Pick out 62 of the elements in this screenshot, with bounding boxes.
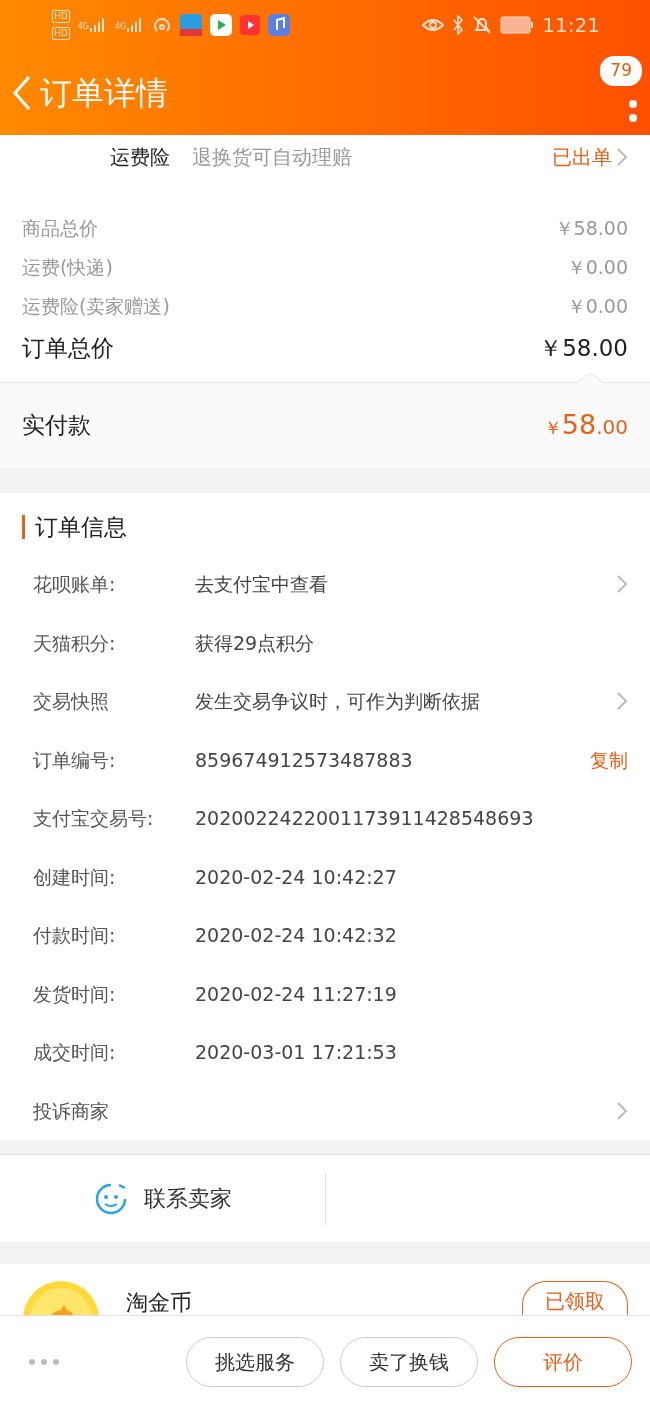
bluetooth-icon: [452, 15, 465, 35]
info-value: 2020-02-24 10:42:32: [195, 923, 398, 948]
info-value: 获得29点积分: [195, 630, 316, 656]
info-label: 花呗账单:: [33, 572, 117, 597]
section-title: 订单信息: [22, 515, 650, 539]
eye-icon: [422, 17, 445, 33]
price-label: 运费险(卖家赠送): [22, 294, 170, 320]
insurance-name: 运费险: [110, 144, 170, 171]
battery-icon: [500, 16, 535, 34]
price-amount: ￥58.00: [554, 216, 628, 242]
price-amount: ￥0.00: [566, 255, 628, 281]
price-label: 运费(快递): [22, 255, 113, 281]
hd-badge: HD: [52, 27, 70, 40]
price-amount: ￥58.00: [539, 333, 628, 363]
info-label: 投诉商家: [33, 1098, 110, 1124]
info-value: 2020-03-01 17:21:53: [195, 1040, 398, 1065]
info-label: 创建时间:: [33, 864, 117, 890]
info-value: 2020-02-24 11:27:19: [195, 981, 398, 1007]
action-button[interactable]: 挑选服务: [186, 1337, 324, 1387]
network-type: 4G: [77, 21, 89, 33]
info-label: 交易快照: [33, 689, 110, 714]
video-app-icon: [240, 15, 261, 35]
info-label: 发货时间:: [33, 981, 117, 1007]
more-dots-icon[interactable]: [28, 1358, 60, 1366]
paid-amount: ￥58.00: [543, 408, 628, 443]
play-app-icon: [210, 14, 233, 36]
info-value: 2020-02-24 10:42:27: [195, 864, 398, 890]
message-count-badge: 79: [600, 56, 642, 86]
action-button[interactable]: 卖了换钱: [340, 1337, 478, 1387]
info-label: 成交时间:: [33, 1040, 117, 1065]
bell-muted-icon: [472, 15, 493, 35]
chevron-icon: [616, 1100, 628, 1121]
price-amount: ￥0.00: [566, 294, 628, 320]
network-type: 4G: [115, 21, 127, 33]
back-icon[interactable]: [12, 74, 32, 111]
price-label: 商品总价: [22, 216, 98, 242]
more-icon[interactable]: [628, 97, 638, 124]
info-label: 付款时间:: [33, 923, 117, 948]
info-value: 2020022422001173911428548693: [195, 806, 535, 831]
price-label: 订单总价: [22, 333, 114, 363]
signal-icon: [89, 17, 107, 33]
info-value: 发生交易争议时，可作为判断依据: [195, 689, 481, 714]
paid-label: 实付款: [22, 411, 91, 441]
info-label: 支付宝交易号:: [33, 806, 155, 831]
coin-title: 淘金币: [126, 1289, 192, 1317]
hd-badge: HD: [52, 10, 70, 23]
info-value: 去支付宝中查看: [195, 572, 329, 597]
chevron-icon: [616, 691, 628, 712]
info-label: 天猫积分:: [33, 630, 117, 656]
status-time: 11:21: [542, 12, 600, 39]
action-button[interactable]: 评价: [494, 1337, 632, 1387]
page-title: 订单详情: [40, 72, 168, 114]
info-label: 订单编号:: [33, 747, 117, 773]
chat-face-icon: [93, 1181, 128, 1216]
chevron-icon: [616, 574, 628, 595]
info-row-link[interactable]: 交易快照 发生交易争议时，可作为判断依据: [0, 672, 650, 731]
chevron-icon: [616, 147, 628, 167]
insurance-description: 退换货可自动理赔: [192, 144, 353, 171]
info-value: 859674912573487883: [195, 747, 414, 773]
info-row-link[interactable]: 投诉商家: [0, 1081, 650, 1140]
info-row-link[interactable]: 花呗账单: 去支付宝中查看: [0, 555, 650, 614]
contact-seller-link[interactable]: 联系卖家: [143, 1182, 232, 1215]
